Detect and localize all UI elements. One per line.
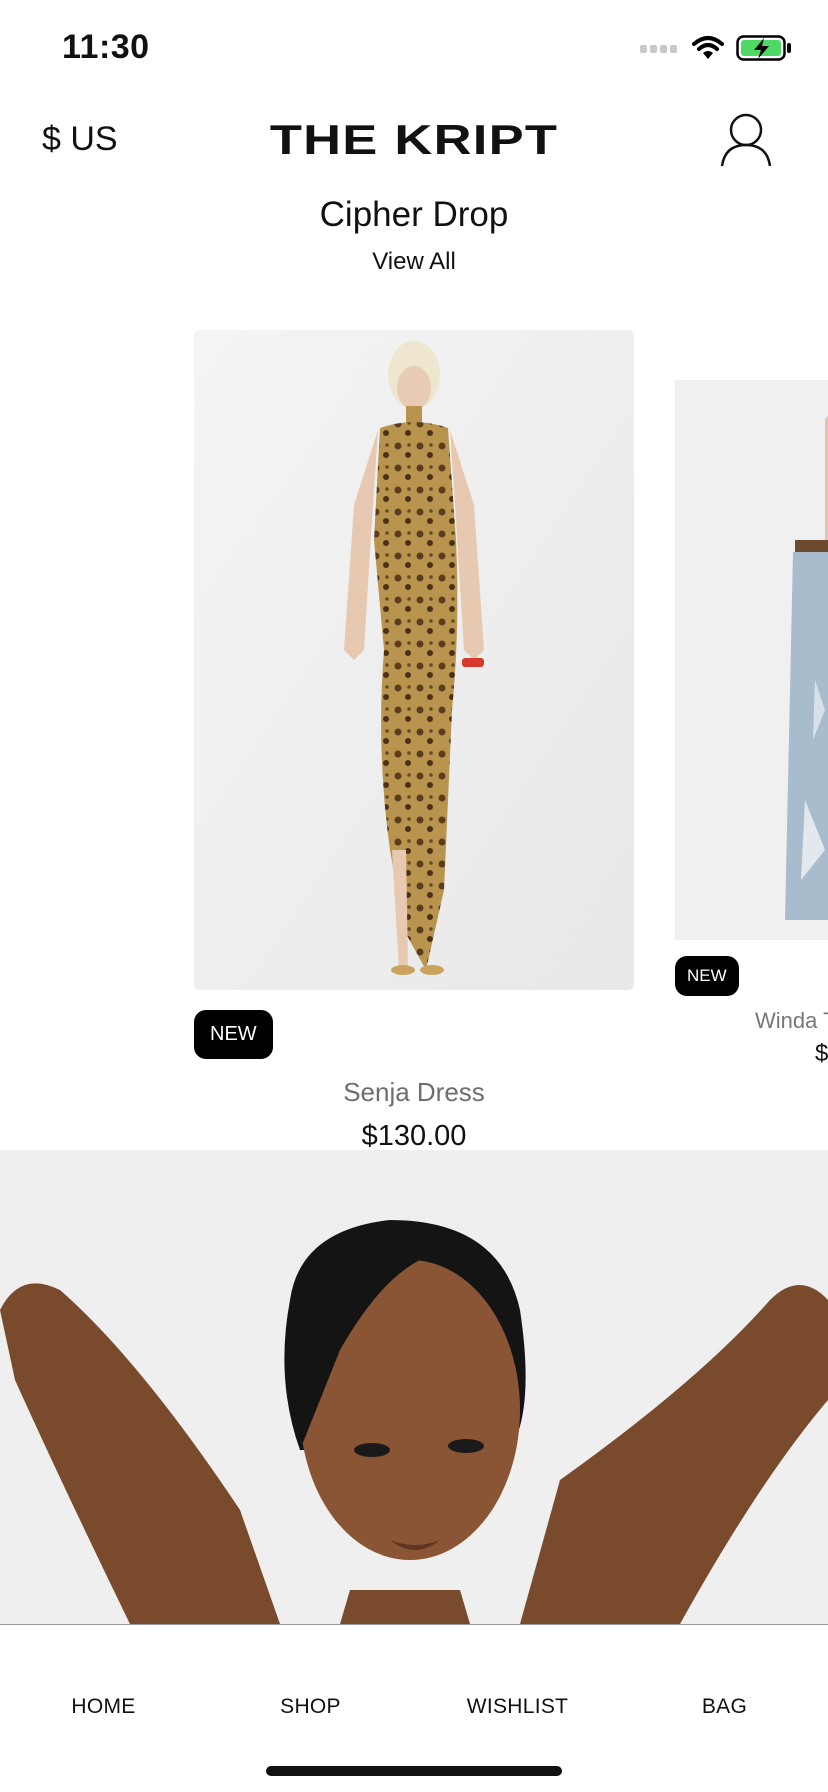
tab-home[interactable]: HOME	[0, 1695, 207, 1719]
tab-bag[interactable]: BAG	[621, 1695, 828, 1719]
tab-shop[interactable]: SHOP	[207, 1695, 414, 1719]
brand-logo[interactable]: THE KRIPT	[0, 116, 828, 164]
product-image[interactable]	[194, 330, 634, 990]
wifi-icon	[692, 36, 724, 59]
view-all-link[interactable]: View All	[0, 248, 828, 276]
product-carousel[interactable]: NEW Senja Dress $130.00 NEW Winda T $	[0, 330, 828, 1150]
battery-charging-icon	[736, 35, 791, 61]
product-name[interactable]: Senja Dress	[194, 1077, 634, 1108]
new-badge: NEW	[675, 956, 739, 996]
product-name[interactable]: Winda T	[755, 1008, 828, 1034]
status-time: 11:30	[62, 28, 150, 66]
hero-banner-image[interactable]	[0, 1150, 828, 1624]
product-image[interactable]	[675, 380, 828, 940]
product-card[interactable]: NEW Senja Dress $130.00	[194, 330, 634, 1150]
section-title: Cipher Drop	[319, 195, 509, 234]
new-badge: NEW	[194, 1010, 273, 1059]
status-icons	[640, 34, 792, 62]
status-bar: 11:30	[0, 0, 828, 90]
product-price: $130.00	[361, 1120, 467, 1150]
tab-wishlist[interactable]: WISHLIST	[414, 1695, 621, 1719]
cellular-signal-icon	[640, 45, 677, 53]
top-bar: $ US THE KRIPT	[0, 100, 828, 180]
product-price: $	[815, 1040, 828, 1067]
home-indicator[interactable]	[266, 1766, 562, 1776]
product-card[interactable]: NEW Winda T $	[675, 330, 828, 1067]
account-icon[interactable]	[720, 112, 772, 168]
